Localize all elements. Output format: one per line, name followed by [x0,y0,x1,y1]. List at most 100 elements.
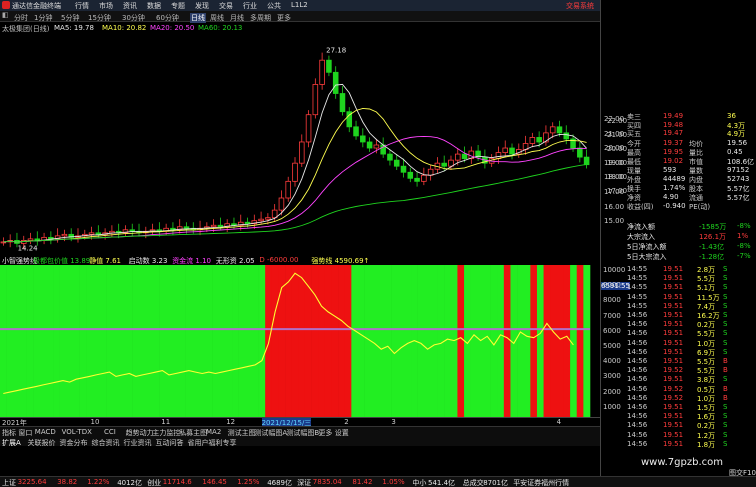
red-zone-bar [291,265,299,417]
indicator-axis-tick-5: 5000 [603,342,621,350]
tick-side-10: B [723,357,728,365]
indicator-axis-tick-3: 7000 [603,311,621,320]
stat-value-1: 19.95 [663,148,684,156]
indicator-tab-9[interactable]: 测试主图 [228,428,256,438]
candle [373,144,380,149]
indicator-tab-13[interactable]: 设置 [335,428,349,438]
indicator-tab-3[interactable]: VOL-TDX [62,428,92,436]
green-zone-bar [377,265,385,417]
green-zone-bar [99,265,107,417]
extension-tab-4[interactable]: 行业资讯 [124,438,152,448]
red-zone-bar [543,265,551,417]
tick-side-13: B [723,384,728,393]
indicator-tab-7[interactable]: 私募主图 [179,428,207,438]
green-zone-bar [517,265,525,417]
candle [339,93,346,113]
tick-side-11: B [723,366,728,375]
period-3[interactable]: 15分钟 [88,13,111,23]
extension-tab-3[interactable]: 综合资讯 [92,438,120,448]
layout-icon[interactable]: ◧ [2,11,9,19]
indicator-tab-10[interactable]: 测试幅图A [254,428,287,438]
period-6[interactable]: 日线 [190,13,206,23]
menu-item-9[interactable]: L1L2 [291,1,308,9]
tick-time-18: 14:56 [627,430,648,439]
period-4[interactable]: 30分钟 [122,13,145,23]
red-zone-bar [530,265,538,417]
indicator-chart[interactable] [0,265,600,417]
status-item-7: 146.45 [202,478,227,486]
red-zone-bar [324,265,332,417]
candle [305,114,312,143]
extension-tab-6[interactable]: 省用户福利专享 [188,438,237,448]
tick-side-15: S [723,403,728,411]
ma-legend-3: MA60: 20.13 [198,24,243,32]
green-zone-bar [583,265,591,417]
candle [210,224,217,228]
period-8[interactable]: 月线 [230,13,244,23]
tick-side-4: S [723,301,728,310]
status-item-13: 1.05% [382,478,405,486]
green-zone-bar [39,265,47,417]
ask-vol-2: 4.9万 [727,130,746,138]
red-zone-bar [318,265,326,417]
period-1[interactable]: 1分钟 [34,13,52,23]
low-price-label: 14.24 [18,244,39,252]
period-2[interactable]: 5分钟 [61,13,79,23]
status-item-5: 创业 [147,479,162,487]
stat-value-0: 19.37 [663,139,684,147]
green-zone-bar [185,265,193,417]
indicator-tab-1[interactable]: 窗口 [18,428,32,438]
green-zone-bar [6,265,14,417]
green-zone-bar [205,265,213,417]
menu-item-8[interactable]: 公共 [267,1,281,11]
green-zone-bar [497,265,505,417]
candle [61,233,68,237]
green-zone-bar [391,265,399,417]
tick-time-6: 14:56 [627,320,648,329]
period-10[interactable]: 更多 [277,13,291,23]
candle [427,168,434,176]
indicator-tab-0[interactable]: 指标 [2,428,16,438]
period-5[interactable]: 60分钟 [156,13,179,23]
price-axis-tick-7: 15.00 [604,217,625,226]
indicator-tab-5[interactable]: 趋势动力 [126,428,154,438]
extension-tab-0[interactable]: 扩展A [2,438,21,448]
tick-side-12: S [723,375,728,384]
menu-item-2[interactable]: 资讯 [123,1,137,11]
period-7[interactable]: 周线 [210,13,224,23]
status-item-1: 3225.64 [17,478,47,486]
menu-item-6[interactable]: 交易 [219,1,233,11]
menu-item-7[interactable]: 行业 [243,1,257,11]
indicator-tab-12[interactable]: 更多 [318,428,332,438]
candle [577,147,583,158]
candle [353,126,359,137]
tick-price-5: 19.51 [663,311,684,319]
green-zone-bar [92,265,100,417]
extension-tab-5[interactable]: 互动问答 [156,438,184,448]
flow-pct-2: -8% [737,242,751,250]
period-9[interactable]: 多周期 [250,13,271,23]
green-zone-bar [13,265,21,417]
extension-tab-2[interactable]: 资金分布 [60,438,88,448]
indicator-tab-11[interactable]: 测试幅图B [286,428,319,438]
indicator-tab-4[interactable]: CCI [104,428,116,436]
price-chart[interactable]: 27.18 14.24 [0,33,600,255]
menu-item-1[interactable]: 市场 [99,1,113,11]
indicator-tab-2[interactable]: MACD [35,428,56,436]
candle [407,171,414,179]
ma-legend-1: MA10: 20.82 [102,24,147,32]
menu-item-0[interactable]: 行情 [75,1,89,11]
indicator-tab-8[interactable]: MA2 [206,428,221,436]
menu-item-3[interactable]: 数据 [147,1,161,11]
ma-legend-0: MA5: 19.78 [54,24,94,32]
trade-system-link[interactable]: 交易系统 [566,1,594,11]
flow-pct-0: -8% [737,222,751,230]
menu-item-4[interactable]: 专题 [171,1,185,11]
extension-tab-1[interactable]: 关联报价 [28,438,56,448]
indicator-tab-6[interactable]: 主力监控 [152,428,180,438]
menu-item-5[interactable]: 发现 [195,1,209,11]
tick-time-1: 14:55 [627,274,648,283]
indicator-axis-tick-8: 2000 [603,387,621,396]
period-0[interactable]: 分时 [14,13,28,23]
tick-price-14: 19.52 [663,393,684,402]
